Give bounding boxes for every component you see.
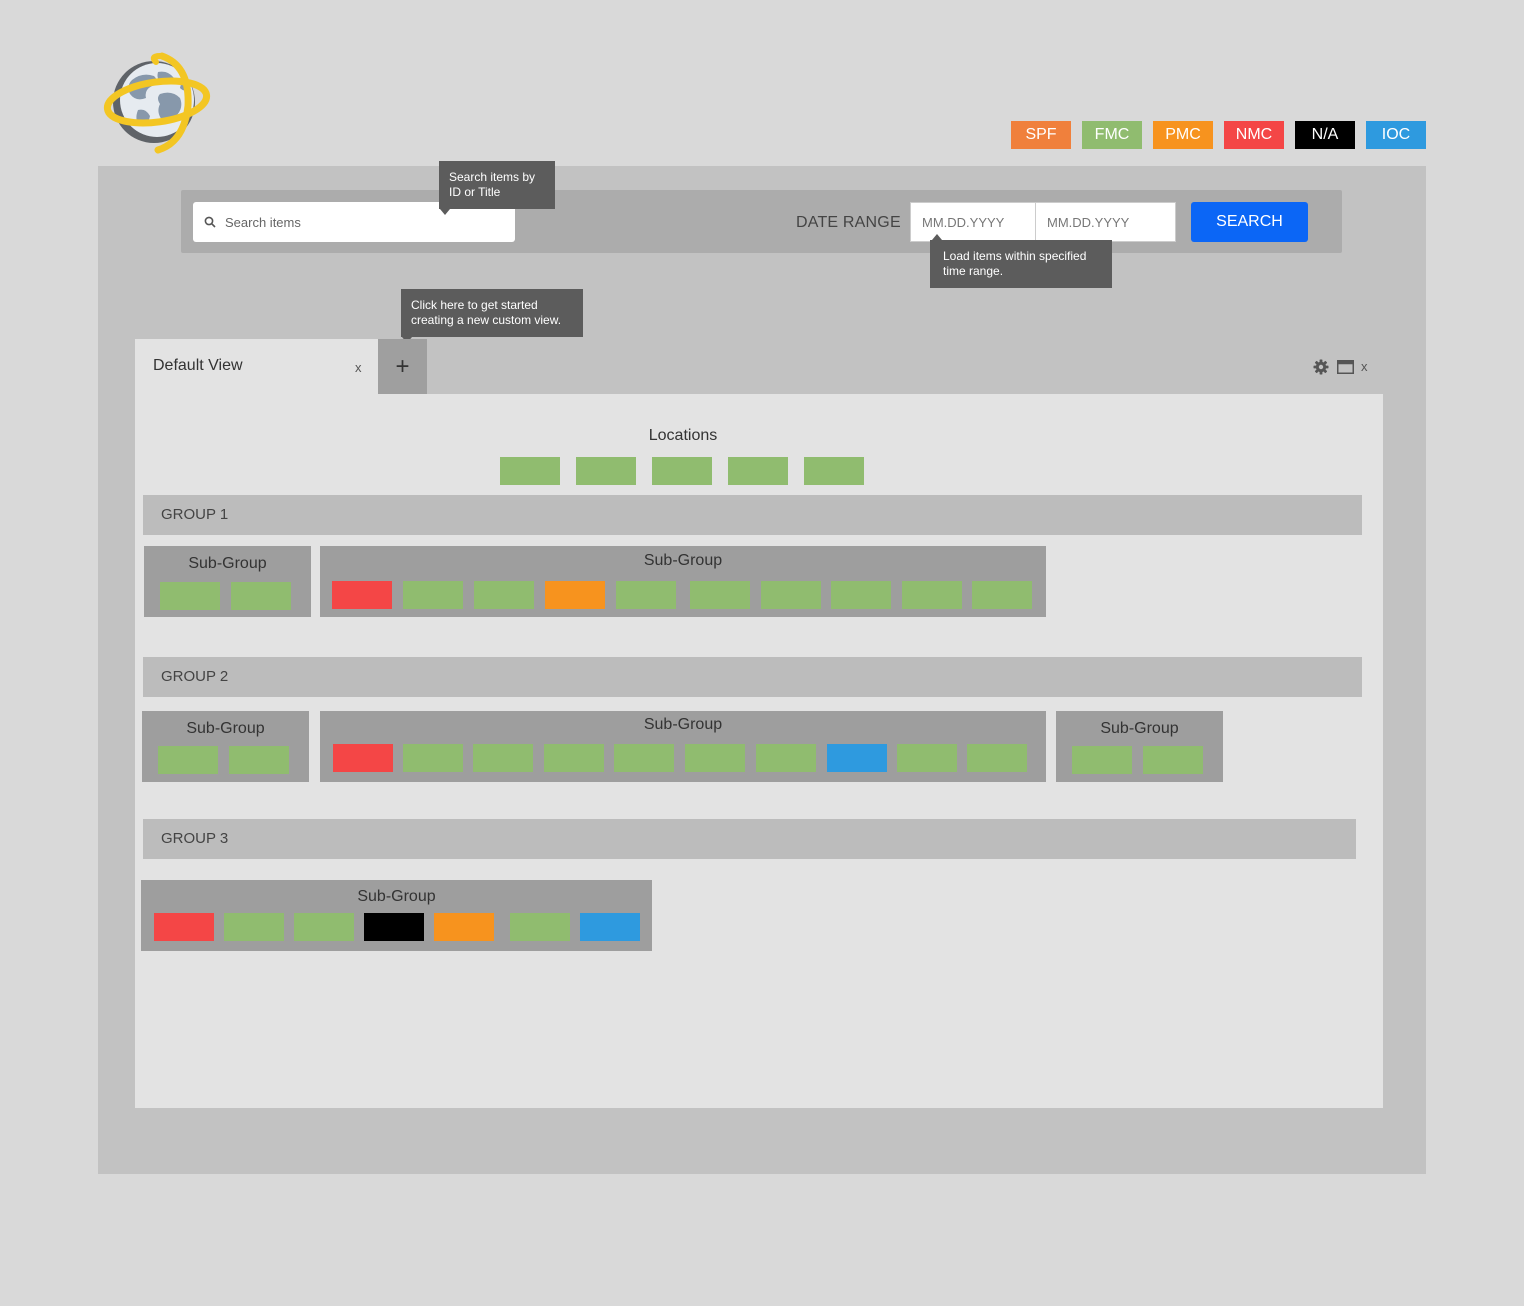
- status-cell[interactable]: [510, 913, 570, 941]
- date-tooltip-text: Load items within specified time range.: [943, 249, 1087, 278]
- legend-chip-na: N/A: [1295, 121, 1355, 149]
- tab-close-button[interactable]: x: [355, 360, 362, 375]
- subgroup-title: Sub-Group: [643, 716, 723, 733]
- new-view-tooltip-text: Click here to get started creating a new…: [411, 298, 562, 327]
- status-cell[interactable]: [333, 744, 393, 772]
- status-cell[interactable]: [761, 581, 821, 609]
- group-header-2: [143, 657, 1362, 697]
- gear-icon[interactable]: [1313, 359, 1329, 375]
- legend-chip-spf: SPF: [1011, 121, 1071, 149]
- subgroup-title: Sub-Group: [357, 888, 436, 905]
- status-cell[interactable]: [1143, 746, 1203, 774]
- search-button[interactable]: SEARCH: [1191, 202, 1308, 242]
- search-icon: [204, 216, 216, 228]
- status-cell[interactable]: [403, 744, 463, 772]
- search-tooltip: Search items by ID or Title: [439, 161, 555, 209]
- status-cell[interactable]: [685, 744, 745, 772]
- globe-logo-icon: [102, 50, 212, 154]
- panel-close-button[interactable]: x: [1361, 359, 1368, 374]
- legend-chip-pmc: PMC: [1153, 121, 1213, 149]
- status-cell[interactable]: [1072, 746, 1132, 774]
- location-cell[interactable]: [652, 457, 712, 485]
- search-tooltip-arrow: [440, 209, 450, 215]
- status-cell[interactable]: [967, 744, 1027, 772]
- status-cell[interactable]: [614, 744, 674, 772]
- location-cell[interactable]: [728, 457, 788, 485]
- date-start-field[interactable]: [910, 202, 1036, 242]
- group-title-2: GROUP 2: [161, 668, 229, 685]
- date-end-field[interactable]: [1035, 202, 1176, 242]
- status-cell[interactable]: [690, 581, 750, 609]
- subgroup-title: Sub-Group: [188, 555, 267, 572]
- status-cell[interactable]: [545, 581, 605, 609]
- subgroup-title: Sub-Group: [643, 552, 723, 569]
- legend-chip-ioc: IOC: [1366, 121, 1426, 149]
- status-cell[interactable]: [827, 744, 887, 772]
- legend-chip-nmc: NMC: [1224, 121, 1284, 149]
- status-cell[interactable]: [154, 913, 214, 941]
- status-cell[interactable]: [972, 581, 1032, 609]
- status-cell[interactable]: [158, 746, 218, 774]
- status-cell[interactable]: [294, 913, 354, 941]
- search-input[interactable]: [225, 208, 505, 236]
- status-cell[interactable]: [616, 581, 676, 609]
- add-view-button[interactable]: +: [378, 339, 427, 394]
- maximize-window-icon[interactable]: [1337, 360, 1354, 374]
- date-end-input[interactable]: [1036, 203, 1175, 241]
- locations-title: Locations: [648, 427, 718, 444]
- search-tooltip-text: Search items by ID or Title: [449, 170, 536, 199]
- status-cell[interactable]: [831, 581, 891, 609]
- status-cell[interactable]: [474, 581, 534, 609]
- status-cell[interactable]: [902, 581, 962, 609]
- status-cell[interactable]: [231, 582, 291, 610]
- group-title-1: GROUP 1: [161, 506, 229, 523]
- new-view-tooltip: Click here to get started creating a new…: [401, 289, 583, 337]
- subgroup-title: Sub-Group: [1100, 720, 1179, 737]
- group-title-3: GROUP 3: [161, 830, 229, 847]
- group-header-3: [143, 819, 1356, 859]
- date-range-label: DATE RANGE: [796, 214, 901, 231]
- tab-default-view-label: Default View: [153, 357, 243, 374]
- location-cell[interactable]: [804, 457, 864, 485]
- status-cell[interactable]: [756, 744, 816, 772]
- group-header-1: [143, 495, 1362, 535]
- status-cell[interactable]: [580, 913, 640, 941]
- status-cell[interactable]: [434, 913, 494, 941]
- status-cell[interactable]: [224, 913, 284, 941]
- status-cell[interactable]: [544, 744, 604, 772]
- status-cell[interactable]: [403, 581, 463, 609]
- status-cell[interactable]: [364, 913, 424, 941]
- legend-chip-fmc: FMC: [1082, 121, 1142, 149]
- status-cell[interactable]: [229, 746, 289, 774]
- location-cell[interactable]: [576, 457, 636, 485]
- subgroup-title: Sub-Group: [186, 720, 265, 737]
- status-cell[interactable]: [160, 582, 220, 610]
- date-tooltip: Load items within specified time range.: [930, 240, 1112, 288]
- status-cell[interactable]: [897, 744, 957, 772]
- status-cell[interactable]: [473, 744, 533, 772]
- location-cell[interactable]: [500, 457, 560, 485]
- date-start-input[interactable]: [911, 203, 1035, 241]
- status-cell[interactable]: [332, 581, 392, 609]
